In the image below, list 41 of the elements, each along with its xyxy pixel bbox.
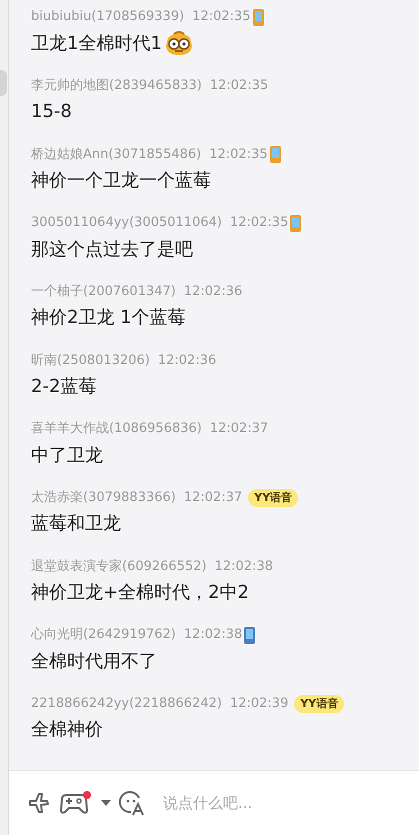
sender-name: 心向光明(2642919762) [31, 626, 176, 644]
message-text: 蓝莓和卫龙 [31, 512, 121, 536]
message-text: 神价2卫龙 1个蓝莓 [31, 306, 186, 330]
message-text: 中了卫龙 [31, 444, 103, 468]
message-text: 那这个点过去了是吧 [31, 238, 193, 262]
message-text: 神价卫龙+全棉时代，2中2 [31, 581, 249, 605]
message-time: 12:02:36 [158, 352, 216, 370]
message-text: 神价一个卫龙一个蓝莓 [31, 168, 211, 193]
plane-icon[interactable] [27, 791, 51, 815]
message-text: 全棉神价 [31, 718, 103, 742]
message-time: 12:02:35 [230, 214, 288, 232]
client-tag: YY语音 [248, 488, 298, 508]
sender-name: 桥边姑娘Ann(3071855486) [31, 146, 202, 164]
message-text: 15-8 [31, 100, 72, 124]
gamepad-icon[interactable] [59, 790, 93, 816]
message-time: 12:02:39 [230, 695, 288, 714]
message-time: 12:02:37 [210, 420, 268, 438]
message-time: 12:02:36 [184, 283, 242, 301]
sender-name: 退堂鼓表演专家(609266552) [31, 558, 207, 576]
message-time: 12:02:35 [209, 146, 268, 164]
message-time: 12:02:37 [184, 489, 242, 508]
message-input[interactable]: 说点什么吧... [161, 790, 361, 816]
sender-name: 3005011064yy(3005011064) [31, 214, 222, 232]
client-tag: YY语音 [294, 694, 344, 714]
caret-icon[interactable] [101, 799, 111, 807]
sender-name: 2218866242yy(2218866242) [31, 695, 222, 714]
sender-name: 太浩赤楽(3079883366) [31, 489, 176, 508]
sender-name: 一个柚子(2007601347) [31, 283, 176, 301]
message-text: 卫龙1全棉时代1 [31, 32, 162, 56]
message-time: 12:02:38 [214, 558, 273, 576]
sender-name: 昕南(2508013206) [31, 352, 150, 370]
scroll-handle[interactable] [0, 70, 7, 96]
message-text: 2-2蓝莓 [31, 374, 96, 399]
message-time: 12:02:38 [184, 626, 242, 644]
sender-name: 喜羊羊大作战(1086956836) [31, 420, 202, 438]
message-time: 12:02:35 [192, 8, 251, 26]
sender-name: 李元帅的地图(2839465833) [31, 76, 202, 95]
message-time: 12:02:35 [210, 76, 268, 95]
sender-name: biubiubiu(1708569339) [31, 8, 184, 26]
emoji-font-icon[interactable] [119, 790, 145, 816]
message-text: 全棉时代用不了 [31, 650, 157, 674]
